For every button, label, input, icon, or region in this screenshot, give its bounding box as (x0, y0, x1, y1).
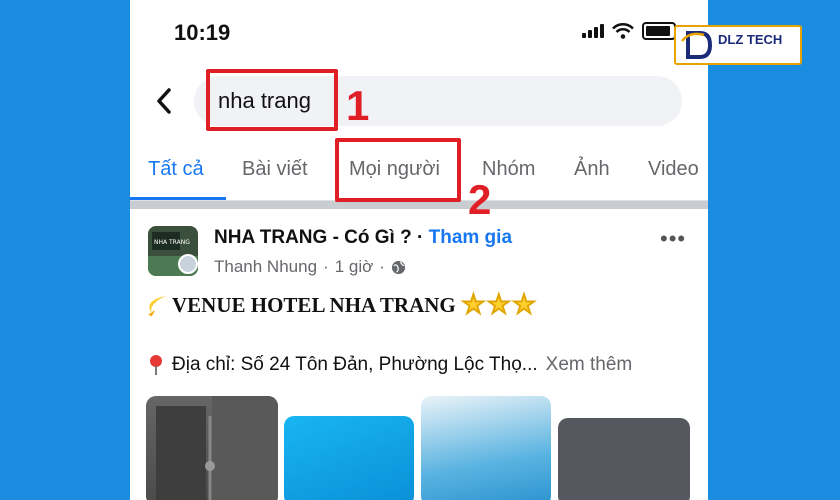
logo-mark-icon (681, 31, 713, 59)
location-pin-icon (150, 355, 162, 375)
post-photos (146, 396, 692, 500)
annotation-number-2: 2 (468, 176, 492, 223)
join-group-link[interactable]: Tham gia (429, 227, 512, 248)
active-tab-indicator (130, 197, 226, 200)
post-meta: Thanh Nhung · 1 giờ · (214, 257, 406, 277)
logo-text: DLZ TECH (718, 32, 783, 47)
post-time[interactable]: 1 giờ (335, 257, 374, 277)
wifi-icon (612, 23, 634, 39)
tab-photos[interactable]: Ảnh (574, 158, 610, 181)
status-icons (582, 22, 676, 40)
section-divider (130, 201, 708, 209)
dot-separator: · (417, 227, 424, 248)
more-options-icon[interactable]: ••• (660, 226, 686, 252)
phone-screen: 10:19 nha trang Tất cả Bài viết Mọi ngườ… (130, 0, 708, 500)
status-time: 10:19 (174, 20, 231, 45)
battery-icon (642, 22, 676, 40)
annotation-box-search (206, 69, 338, 131)
post-title: VENUE HOTEL NHA TRANG (172, 292, 456, 317)
dot-separator: · (323, 257, 329, 276)
avatar-caption: NHA TRANG (154, 239, 190, 246)
brand-logo: DLZ TECH (674, 25, 802, 65)
see-more-link[interactable]: Xem thêm (546, 354, 633, 376)
group-name-row: NHA TRANG - Có Gì ? · Tham gia (214, 227, 512, 249)
tab-videos[interactable]: Video (648, 158, 699, 181)
post-photo[interactable] (284, 416, 414, 500)
post-photo[interactable] (558, 418, 690, 500)
post-author[interactable]: Thanh Nhung (214, 257, 317, 277)
sparkle-icon (148, 296, 166, 317)
group-name[interactable]: NHA TRANG - Có Gì ? (214, 227, 412, 248)
back-arrow-icon (157, 88, 171, 114)
post-address: Địa chỉ: Số 24 Tôn Đản, Phường Lộc Thọ..… (172, 354, 538, 375)
dot-separator: · (379, 257, 385, 276)
annotation-box-people-tab (335, 138, 461, 202)
group-avatar[interactable]: NHA TRANG (148, 226, 198, 276)
post-address-row: Địa chỉ: Số 24 Tôn Đản, Phường Lộc Thọ..… (148, 354, 632, 376)
globe-icon (391, 260, 405, 274)
back-button[interactable] (150, 84, 180, 118)
post-title-row: VENUE HOTEL NHA TRANG ★★★ (146, 290, 538, 320)
signal-icon (582, 24, 604, 38)
tab-posts[interactable]: Bài viết (242, 158, 308, 181)
star-rating: ★★★ (461, 290, 538, 320)
annotation-number-1: 1 (346, 82, 370, 129)
post-photo[interactable] (146, 396, 278, 500)
post-photo[interactable] (421, 396, 551, 500)
tab-all[interactable]: Tất cả (148, 158, 204, 181)
